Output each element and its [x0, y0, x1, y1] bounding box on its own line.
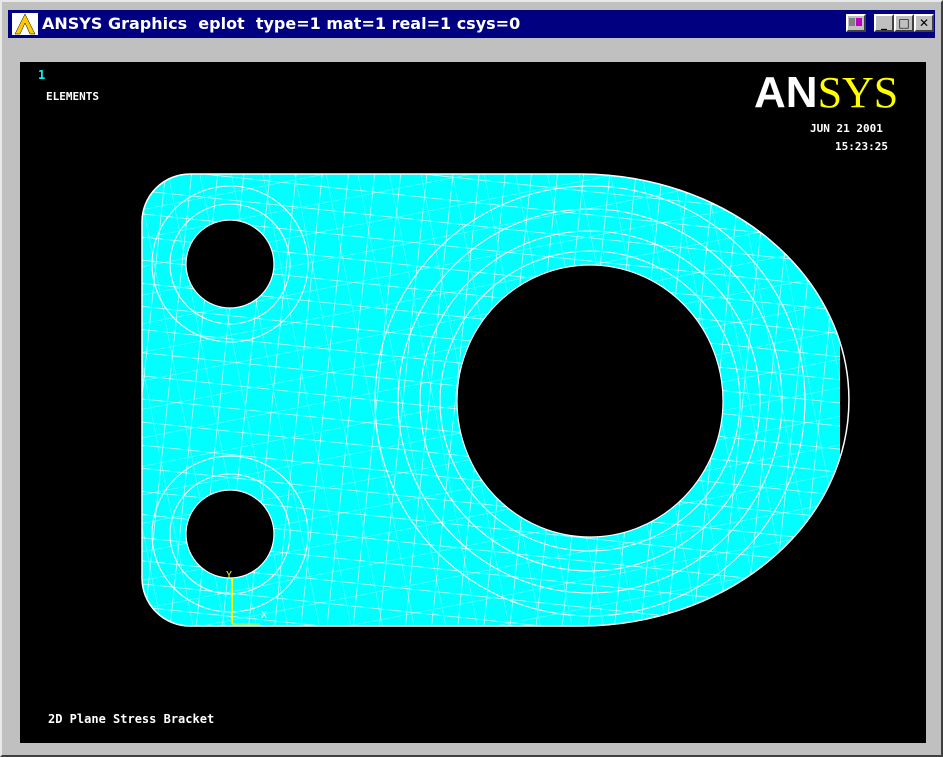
plot-type-label: ELEMENTS — [46, 90, 99, 103]
window-number: 1 — [38, 68, 46, 82]
minimize-button[interactable]: _ — [874, 14, 894, 32]
triad-x-label: X — [261, 610, 267, 621]
plot-title: 2D Plane Stress Bracket — [48, 712, 215, 726]
plot-date: JUN 21 2001 — [810, 122, 883, 135]
triad-y-label: Y — [226, 570, 232, 581]
lower-small-hole — [185, 489, 275, 579]
brand-part2: SYS — [817, 68, 899, 117]
title-bar[interactable]: ANSYS Graphics eplot type=1 mat=1 real=1… — [8, 10, 935, 38]
window-title: ANSYS Graphics eplot type=1 mat=1 real=1… — [42, 14, 521, 33]
minimize-icon: _ — [881, 16, 887, 30]
close-button[interactable]: ✕ — [914, 14, 934, 32]
brand-part1: AN — [754, 68, 818, 117]
ansys-logo-icon — [12, 13, 38, 35]
graphics-viewport[interactable]: Y X 1 ELEMENTS ANSYS JUN 21 2001 15:23:2… — [20, 62, 926, 743]
maximize-icon: □ — [898, 16, 910, 30]
ansys-brand-logo: ANSYS — [754, 68, 898, 118]
large-hole — [456, 264, 724, 538]
upper-small-hole — [185, 219, 275, 309]
toggle-button[interactable] — [846, 14, 866, 32]
plot-time: 15:23:25 — [835, 140, 888, 153]
toggle-icon — [849, 18, 862, 26]
close-icon: ✕ — [918, 16, 930, 30]
maximize-button[interactable]: □ — [894, 14, 914, 32]
ansys-graphics-window: ANSYS Graphics eplot type=1 mat=1 real=1… — [0, 0, 943, 757]
mesh-plot: Y X — [141, 173, 850, 627]
